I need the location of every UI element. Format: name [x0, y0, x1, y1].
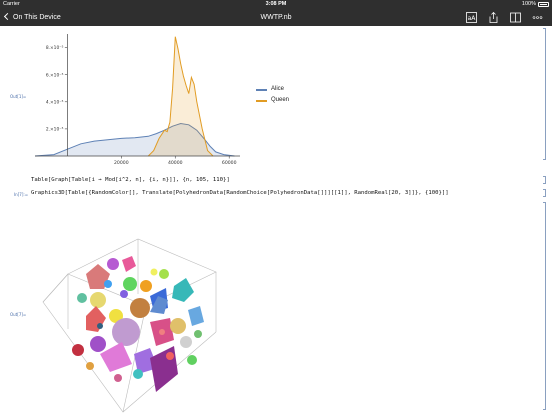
- battery-percent: 100%: [521, 1, 536, 7]
- toolbar-icons: aA: [466, 12, 546, 23]
- clock-label: 3:08 PM: [265, 1, 287, 7]
- share-icon[interactable]: [488, 12, 499, 23]
- y-tick-label: 6.×10⁻⁵: [46, 72, 64, 78]
- cell-bracket-out7[interactable]: [543, 202, 546, 410]
- x-tick-label: 60000: [222, 160, 237, 166]
- navigation-bar: On This Device WWTP.nb aA: [0, 9, 552, 26]
- code-line-graphics3d[interactable]: Graphics3D[Table[{RandomColor[], Transla…: [31, 190, 449, 196]
- graphics3d-output[interactable]: [38, 234, 228, 414]
- cell-bracket-code1[interactable]: [543, 176, 546, 184]
- legend-swatch-queen: [256, 100, 267, 102]
- legend-item-alice: Alice: [256, 84, 289, 95]
- legend-label-alice: Alice: [271, 86, 285, 92]
- code-line-table-graph[interactable]: Table[Graph[Table[i → Mod[i^2, n], {i, n…: [31, 177, 230, 183]
- y-tick-label: 4.×10⁻⁵: [46, 99, 64, 105]
- legend-item-queen: Queen: [256, 95, 289, 106]
- svg-text:aA: aA: [468, 15, 477, 22]
- input-label-7: In[7]:=: [14, 192, 29, 197]
- more-icon[interactable]: [532, 12, 543, 23]
- legend-label-queen: Queen: [271, 97, 290, 103]
- status-bar: Carrier 3:08 PM 100%: [0, 0, 552, 9]
- smooth-histogram-chart: 20000 40000 60000 2.×10⁻⁵ 4.×10⁻⁵ 6.×10⁻⁵ 8.×1…: [34, 34, 240, 166]
- sidebar-icon[interactable]: [510, 12, 521, 23]
- cell-bracket-out1[interactable]: [543, 28, 546, 160]
- y-tick-label: 8.×10⁻⁵: [46, 45, 64, 51]
- output-label-7: Out[7]=: [10, 312, 27, 317]
- x-tick-label: 20000: [114, 160, 129, 166]
- font-size-icon[interactable]: aA: [466, 12, 477, 23]
- notebook-area[interactable]: Out[1]= 20000 40000 60000 2.×10⁻⁵ 4.×10⁻⁵ 6.×…: [0, 26, 552, 414]
- output-label-1: Out[1]=: [10, 94, 27, 99]
- y-tick-label: 2.×10⁻⁵: [46, 126, 64, 132]
- battery-icon: [538, 2, 549, 7]
- x-tick-label: 40000: [168, 160, 183, 166]
- legend-swatch-alice: [256, 89, 267, 91]
- chart-legend: Alice Queen: [256, 84, 289, 106]
- cell-bracket-in7[interactable]: [543, 189, 546, 197]
